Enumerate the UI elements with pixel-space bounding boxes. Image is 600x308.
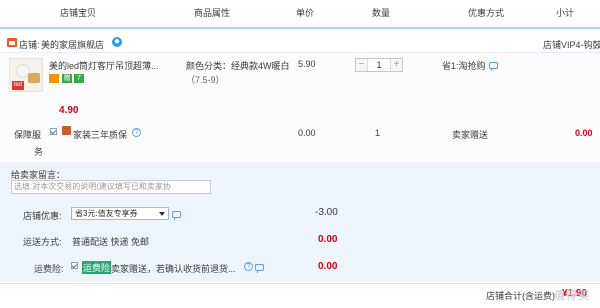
insurance-tag: 运费险 [82,261,112,274]
header-divider [0,27,600,29]
product-thumbnail[interactable]: led [9,58,43,92]
column-unit-price: 单价 [296,8,315,18]
column-header: 店铺宝贝 商品属性 单价 数量 优惠方式 小计 [0,0,600,22]
item-promotion: 省1:淘抢购 [442,61,486,71]
shipping-label: 运送方式: [23,237,62,247]
item-attribute-color: 颜色分类：经典款4W暖白 [186,61,290,71]
shipping-method: 普通配送 快递 免邮 [72,237,150,247]
column-attributes: 商品属性 [194,8,231,18]
insurance-description: 卖家赠送，若确认收货前退货... [111,264,236,274]
service-label-line1: 保障服 [14,130,42,140]
service-price: 0.00 [298,128,316,138]
watermark-logo: 值得买 [554,290,590,302]
discount-selected-value: 省3元:值友专享券 [75,209,138,218]
discount-select[interactable]: 省3元:值友专享券 [71,207,169,220]
service-label-line2: 务 [34,147,44,157]
insurance-message-icon[interactable] [255,262,264,274]
store-name-link[interactable]: 美的家居旗舰店 [41,38,104,51]
item-subtotal: 4.90 [59,105,79,116]
insurance-help-icon[interactable]: ? [244,262,253,271]
insurance-amount: 0.00 [318,261,338,272]
promotion-message-icon[interactable] [489,60,498,72]
seller-message-input[interactable]: 选填:对本次交易的说明(建议填写已和卖家协 [11,180,211,194]
shop-icon [7,38,17,47]
box-image-part [28,73,40,83]
warranty-gift-icon [62,126,71,135]
badge-icon [49,74,59,83]
service-quantity: 1 [375,128,381,138]
column-subtotal: 小计 [556,8,575,18]
insurance-checkbox[interactable] [71,262,78,269]
return-badge: 7 [74,74,84,83]
store-vip-level: 店铺VIP4-钩鼓 [543,40,600,50]
quantity-increase-button[interactable]: + [390,59,402,71]
service-name: 家装三年质保 [73,130,128,140]
service-promotion: 卖家赠送 [452,130,489,140]
gift-badge: 赠 [62,74,72,83]
footer-divider [0,283,600,284]
column-quantity: 数量 [372,8,391,18]
product-title-link[interactable]: 美的led筒灯客厅吊顶超薄... [49,59,161,72]
column-promotion: 优惠方式 [468,8,505,18]
chevron-down-icon [159,212,165,216]
item-attribute-size: （7.5-9） [186,75,225,85]
store-label: 店铺: [19,40,40,50]
discount-label: 店铺优惠: [23,211,62,221]
service-subtotal: 0.00 [575,128,593,138]
store-verified-icon: ◆ [112,37,122,47]
service-help-icon[interactable]: ? [132,128,141,137]
discount-amount: -3.00 [315,207,338,218]
thumb-tag: led [12,81,24,90]
column-store-item: 店铺宝贝 [60,8,97,18]
total-label: 店铺合计(含运费) [486,291,555,301]
quantity-input[interactable]: 1 [368,59,390,71]
insurance-label: 运费险: [34,264,64,274]
shipping-amount: 0.00 [318,234,338,245]
service-checkbox[interactable] [50,128,57,135]
quantity-decrease-button[interactable]: − [356,59,368,71]
discount-message-icon[interactable] [172,209,181,221]
item-unit-price: 5.90 [298,59,316,69]
quantity-stepper: − 1 + [355,58,403,72]
